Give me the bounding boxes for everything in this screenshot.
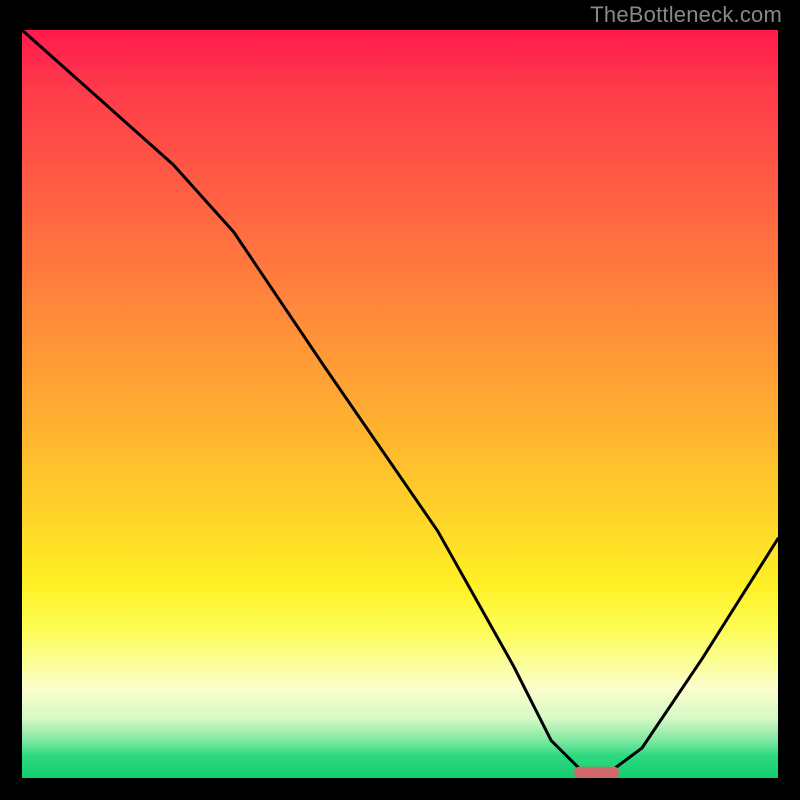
watermark-text: TheBottleneck.com	[590, 2, 782, 28]
chart-frame: TheBottleneck.com	[0, 0, 800, 800]
plot-area	[22, 30, 778, 778]
chart-svg	[22, 30, 778, 778]
optimal-point-marker	[574, 767, 619, 778]
bottleneck-curve	[22, 30, 778, 771]
